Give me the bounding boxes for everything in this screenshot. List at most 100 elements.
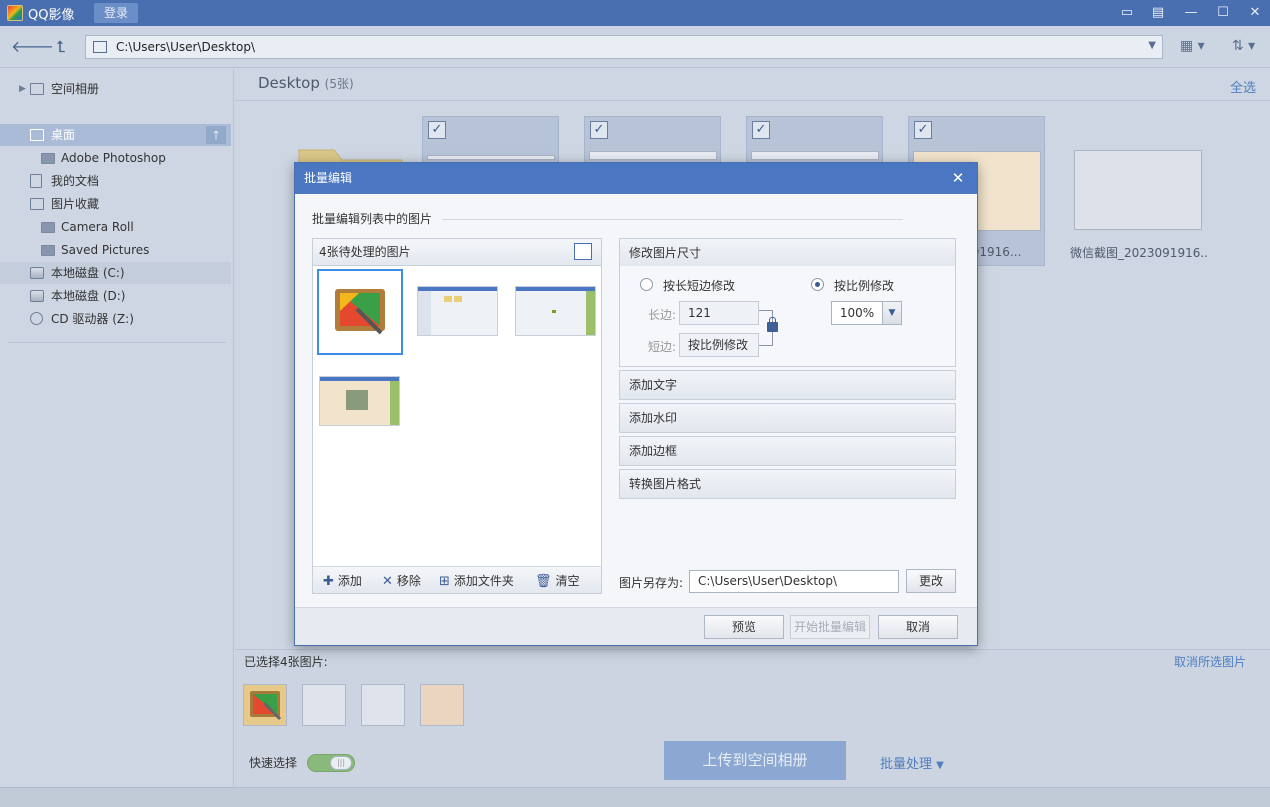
expand-arrow-icon[interactable]: ▶ [19, 78, 26, 100]
selected-thumbnail[interactable] [243, 684, 287, 726]
selected-thumbnail[interactable] [302, 684, 346, 726]
desktop-icon [30, 129, 44, 141]
convert-format-section[interactable]: 转换图片格式 [619, 469, 956, 499]
select-all-link[interactable]: 全选 [1230, 77, 1256, 96]
view-mode-icon[interactable]: ▦ ▾ [1180, 38, 1205, 54]
document-icon [30, 174, 42, 188]
picture-icon [30, 198, 44, 210]
list-thumbnail[interactable] [319, 376, 400, 426]
up-folder-icon[interactable]: ⮤ [50, 37, 72, 57]
thumbnail-caption: 微信截图_2023091916... [1070, 246, 1207, 260]
back-arrow-icon[interactable]: 🡐 [11, 37, 54, 57]
selected-thumbnail[interactable] [361, 684, 405, 726]
batch-process-dropdown[interactable]: 批量处理 ▼ [880, 753, 944, 772]
disk-icon [30, 267, 44, 279]
checkbox-checked-icon[interactable]: ✓ [914, 121, 932, 139]
sidebar-shape [418, 291, 431, 335]
cd-icon [30, 312, 43, 325]
batch-edit-dialog: 批量编辑 ✕ 批量编辑列表中的图片 4张待处理的图片 ✚ 添加 ✕ 移除 ⊞ 添… [294, 162, 978, 646]
add-text-section[interactable]: 添加文字 [619, 370, 956, 400]
quick-select-toggle[interactable]: ||| [307, 754, 355, 772]
address-dropdown-icon[interactable]: ▼ [1148, 40, 1156, 51]
sidebar-item-camera-roll[interactable]: Camera Roll [0, 216, 231, 238]
ratio-field[interactable]: 100% [831, 301, 883, 325]
list-header-label: 4张待处理的图片 [319, 245, 411, 259]
sidebar-item-desktop[interactable]: 桌面 🡑 [0, 124, 231, 146]
checkbox-checked-icon[interactable]: ✓ [590, 121, 608, 139]
selection-panel: 已选择4张图片: 取消所选图片 快速选择 ||| 上传到空间相册 批量处理 ▼ [235, 649, 1270, 787]
by-ratio-radio[interactable] [811, 278, 824, 291]
add-watermark-section[interactable]: 添加水印 [619, 403, 956, 433]
status-bar [0, 787, 1270, 807]
toolbar: 🡐 ⮤ C:\Users\User\Desktop\ ▼ ▦ ▾ ⇅ ▾ [0, 26, 1270, 68]
lock-icon[interactable] [767, 317, 778, 332]
app-logo-icon [7, 5, 23, 21]
start-batch-edit-button[interactable]: 开始批量编辑 [790, 615, 870, 639]
save-as-path-field[interactable]: C:\Users\User\Desktop\ [689, 570, 899, 593]
list-thumbnail[interactable] [417, 286, 498, 336]
sort-icon[interactable]: ⇅ ▾ [1232, 38, 1255, 54]
sidebar-item-saved-pictures[interactable]: Saved Pictures [0, 239, 231, 261]
folder-title: Desktop (5张) [258, 74, 354, 92]
minimize-icon[interactable]: — [1182, 4, 1200, 22]
sidebar-item-cd-drive[interactable]: CD 驱动器 (Z:) [0, 308, 231, 330]
close-icon[interactable]: ✕ [948, 168, 968, 188]
upload-arrow-icon[interactable]: 🡑 [206, 126, 226, 144]
screenshot-thumbnail [427, 155, 555, 160]
sidebar-item-pictures[interactable]: 图片收藏 [0, 193, 231, 215]
cancel-button[interactable]: 取消 [878, 615, 958, 639]
title-bar: QQ影像 登录 ▭ ▤ — ☐ ✕ [0, 0, 1270, 26]
sidebar-item-label: 本地磁盘 (D:) [51, 289, 126, 303]
dialog-title: 批量编辑 [295, 163, 977, 194]
checkbox-checked-icon[interactable]: ✓ [752, 121, 770, 139]
quick-select-label: 快速选择 [249, 756, 298, 770]
add-button[interactable]: ✚ 添加 [323, 572, 362, 589]
add-folder-button[interactable]: ⊞ 添加文件夹 [439, 572, 514, 589]
sidebar-item-drive-c[interactable]: 本地磁盘 (C:) [0, 262, 231, 284]
folder-icon [41, 245, 55, 256]
screenshot-thumbnail [751, 151, 879, 160]
add-label: 添加 [337, 574, 362, 588]
sidebar-item-drive-d[interactable]: 本地磁盘 (D:) [0, 285, 231, 307]
photo-editor-icon [250, 691, 282, 721]
list-thumbnail[interactable] [515, 286, 596, 336]
sidebar-item-label: 桌面 [51, 128, 76, 142]
sidebar-item-qzone-album[interactable]: ▶ 空间相册 [0, 78, 231, 100]
chat-bubble-icon[interactable]: ▭ [1118, 4, 1136, 22]
checkbox-checked-icon[interactable]: ✓ [428, 121, 446, 139]
long-edge-field[interactable]: 121 [679, 301, 759, 325]
remove-button[interactable]: ✕ 移除 [382, 572, 421, 589]
ratio-dropdown-icon[interactable]: ▼ [882, 301, 902, 325]
sidebar-item-adobe-photoshop[interactable]: Adobe Photoshop [0, 147, 231, 169]
list-thumbnail[interactable] [317, 269, 403, 355]
clear-button[interactable]: 🗑 清空 [535, 572, 580, 589]
remove-label: 移除 [396, 574, 421, 588]
photo-editor-icon [335, 289, 385, 335]
add-border-section[interactable]: 添加边框 [619, 436, 956, 466]
thumbnail-item[interactable]: 微信截图_2023091916... [1070, 116, 1207, 266]
content-header: Desktop (5张) 全选 [235, 69, 1270, 101]
dot-shape [552, 310, 556, 313]
preview-button[interactable]: 预览 [704, 615, 784, 639]
folder-shape [444, 296, 452, 302]
sidebar: ▶ 空间相册 桌面 🡑 Adobe Photoshop 我的文档 图片收藏 Ca… [0, 69, 234, 787]
resize-section-header[interactable]: 修改图片尺寸 [619, 238, 956, 268]
short-edge-field[interactable]: 按比例修改 [679, 333, 759, 357]
upload-to-album-button[interactable]: 上传到空间相册 [664, 741, 846, 780]
selected-thumbnail[interactable] [420, 684, 464, 726]
login-button[interactable]: 登录 [94, 3, 138, 23]
location-icon [93, 41, 107, 53]
sidebar-item-label: 我的文档 [51, 174, 100, 188]
cancel-selection-link[interactable]: 取消所选图片 [1174, 653, 1246, 670]
album-icon [30, 83, 44, 95]
by-edge-radio[interactable] [640, 278, 653, 291]
maximize-icon[interactable]: ☐ [1214, 4, 1232, 22]
sidebar-item-my-documents[interactable]: 我的文档 [0, 170, 231, 192]
change-path-button[interactable]: 更改 [906, 569, 956, 593]
sidebar-item-label: 本地磁盘 (C:) [51, 266, 125, 280]
window-titlebar-shape [320, 377, 399, 381]
close-window-icon[interactable]: ✕ [1246, 4, 1264, 22]
image-view-icon[interactable] [574, 243, 592, 260]
address-bar[interactable]: C:\Users\User\Desktop\ ▼ [85, 35, 1163, 59]
skin-icon[interactable]: ▤ [1149, 4, 1167, 22]
